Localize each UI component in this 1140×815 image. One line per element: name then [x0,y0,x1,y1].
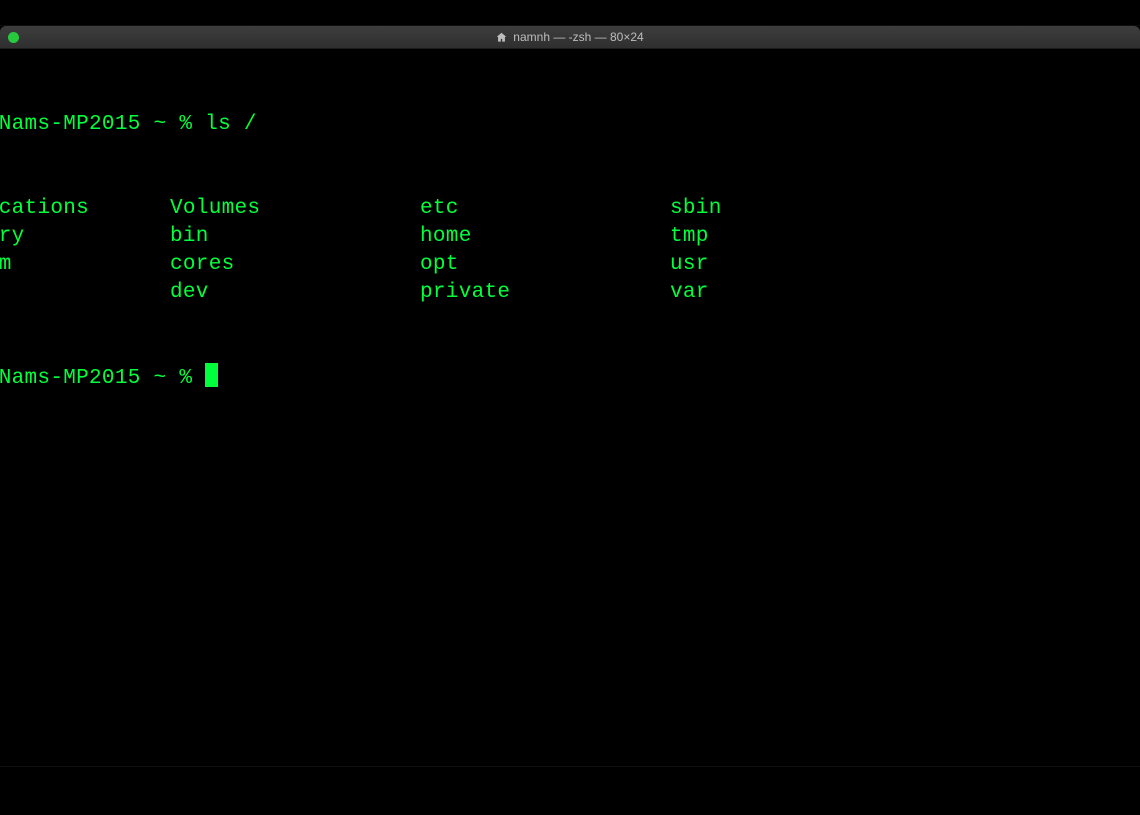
window-title-area: namnh — -zsh — 80×24 [0,30,1140,44]
prompt-symbol: % [179,113,192,136]
ls-col2-row3: cores [170,251,420,279]
ls-col1-row3: stem [0,251,170,279]
prompt-path-2: ~ [154,367,167,390]
titlebar[interactable]: namnh — -zsh — 80×24 [0,26,1140,49]
prompt-user-host-2: nh@Nams-MP2015 [0,367,141,390]
ls-col1-row2: brary [0,223,170,251]
window-controls [8,32,19,43]
prompt-path: ~ [154,113,167,136]
home-folder-icon [496,32,507,43]
ls-col2-row1: Volumes [170,195,420,223]
prompt-line-2: nh@Nams-MP2015 ~ % [0,363,1140,393]
command-arg: / [244,113,257,136]
ls-col3-row4: private [420,279,670,307]
ls-col2-row2: bin [170,223,420,251]
ls-col3-row2: home [420,223,670,251]
ls-col1-row4: ers [0,279,170,307]
command-name: ls [205,113,231,136]
window-title: namnh — -zsh — 80×24 [513,30,643,44]
ls-col4-row4: var [670,279,870,307]
cursor[interactable] [205,363,218,387]
ls-col2-row4: dev [170,279,420,307]
maximize-button[interactable] [8,32,19,43]
prompt-symbol-2: % [179,367,192,390]
ls-col4-row1: sbin [670,195,870,223]
terminal-viewport[interactable]: nh@Nams-MP2015 ~ % ls / plications Volum… [0,49,1140,449]
ls-col3-row1: etc [420,195,670,223]
ls-col3-row3: opt [420,251,670,279]
ls-col4-row2: tmp [670,223,870,251]
ls-col1-row1: plications [0,195,170,223]
prompt-user-host: nh@Nams-MP2015 [0,113,141,136]
prompt-line-1: nh@Nams-MP2015 ~ % ls / [0,111,1140,139]
ls-col4-row3: usr [670,251,870,279]
terminal-window: namnh — -zsh — 80×24 nh@Nams-MP2015 ~ % … [0,26,1140,766]
ls-output: plications Volumes etc sbin brary bin ho… [0,195,1140,307]
